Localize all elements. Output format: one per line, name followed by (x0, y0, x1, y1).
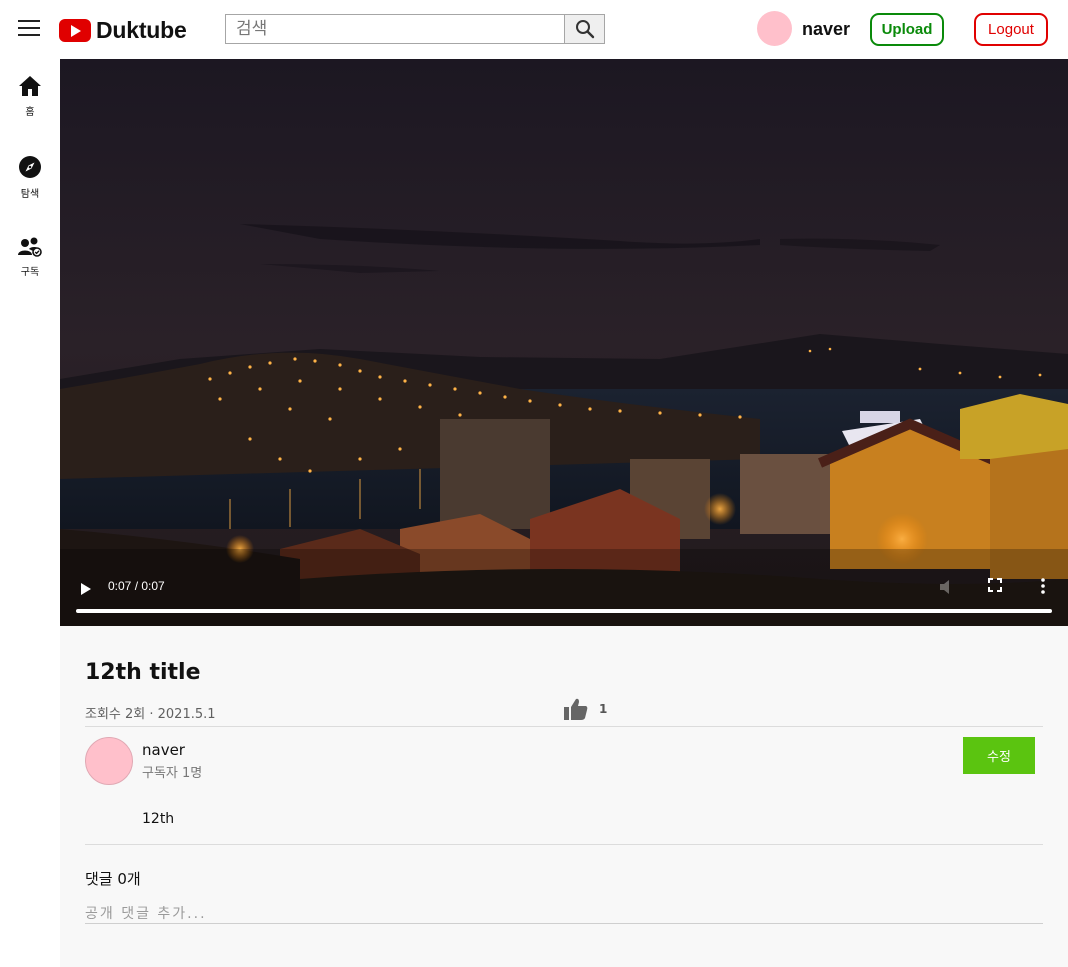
edit-button[interactable]: 수정 (963, 737, 1035, 774)
logo[interactable]: Duktube (59, 15, 187, 45)
logout-button[interactable]: Logout (974, 13, 1048, 46)
divider (85, 726, 1043, 727)
subscriber-count: 구독자 1명 (142, 766, 203, 781)
search-input[interactable] (225, 14, 564, 44)
subscriptions-icon (18, 237, 42, 257)
more-options-icon[interactable] (1040, 578, 1046, 594)
home-icon (19, 76, 41, 96)
like-count: 1 (599, 702, 608, 716)
comment-input[interactable] (85, 904, 1043, 924)
sidebar-item-explore[interactable]: 탐색 (0, 155, 60, 200)
progress-bar[interactable] (76, 609, 1052, 613)
sidebar-item-label: 홈 (25, 107, 35, 118)
upload-button[interactable]: Upload (870, 13, 944, 46)
search-bar (225, 14, 605, 44)
hamburger-menu-icon[interactable] (18, 20, 40, 38)
video-description: 12th (142, 811, 175, 827)
divider (85, 844, 1043, 845)
top-header: Duktube naver Upload Logout (0, 0, 1068, 59)
logo-text: Duktube (96, 16, 187, 43)
sidebar-item-label: 구독 (20, 267, 40, 278)
compass-icon (19, 156, 41, 178)
header-username[interactable]: naver (802, 19, 850, 40)
sidebar: 홈 탐색 구독 (0, 59, 60, 967)
video-meta: 조회수 2회 · 2021.5.1 (85, 707, 216, 722)
video-title: 12th title (85, 660, 201, 685)
video-details: 12th title 조회수 2회 · 2021.5.1 1 naver 구독자… (60, 626, 1068, 967)
user-avatar[interactable] (757, 11, 792, 46)
volume-icon[interactable] (938, 578, 958, 596)
comment-count: 댓글 0개 (85, 870, 141, 888)
video-frame-cityscape (60, 59, 1068, 626)
like-button[interactable]: 1 (563, 697, 607, 721)
play-icon[interactable] (80, 582, 92, 596)
sidebar-item-subscriptions[interactable]: 구독 (0, 237, 60, 278)
sidebar-item-label: 탐색 (20, 189, 40, 200)
play-logo-icon (59, 18, 91, 42)
search-icon (575, 20, 594, 39)
channel-name[interactable]: naver (142, 741, 185, 759)
thumbs-up-icon (564, 698, 588, 720)
sidebar-item-home[interactable]: 홈 (0, 75, 60, 118)
search-button[interactable] (564, 14, 605, 44)
player-controls: 0:07 / 0:07 (60, 566, 1068, 626)
video-player[interactable]: 0:07 / 0:07 (60, 59, 1068, 626)
time-display: 0:07 / 0:07 (108, 579, 165, 593)
channel-avatar[interactable] (85, 737, 133, 785)
fullscreen-icon[interactable] (988, 578, 1002, 592)
